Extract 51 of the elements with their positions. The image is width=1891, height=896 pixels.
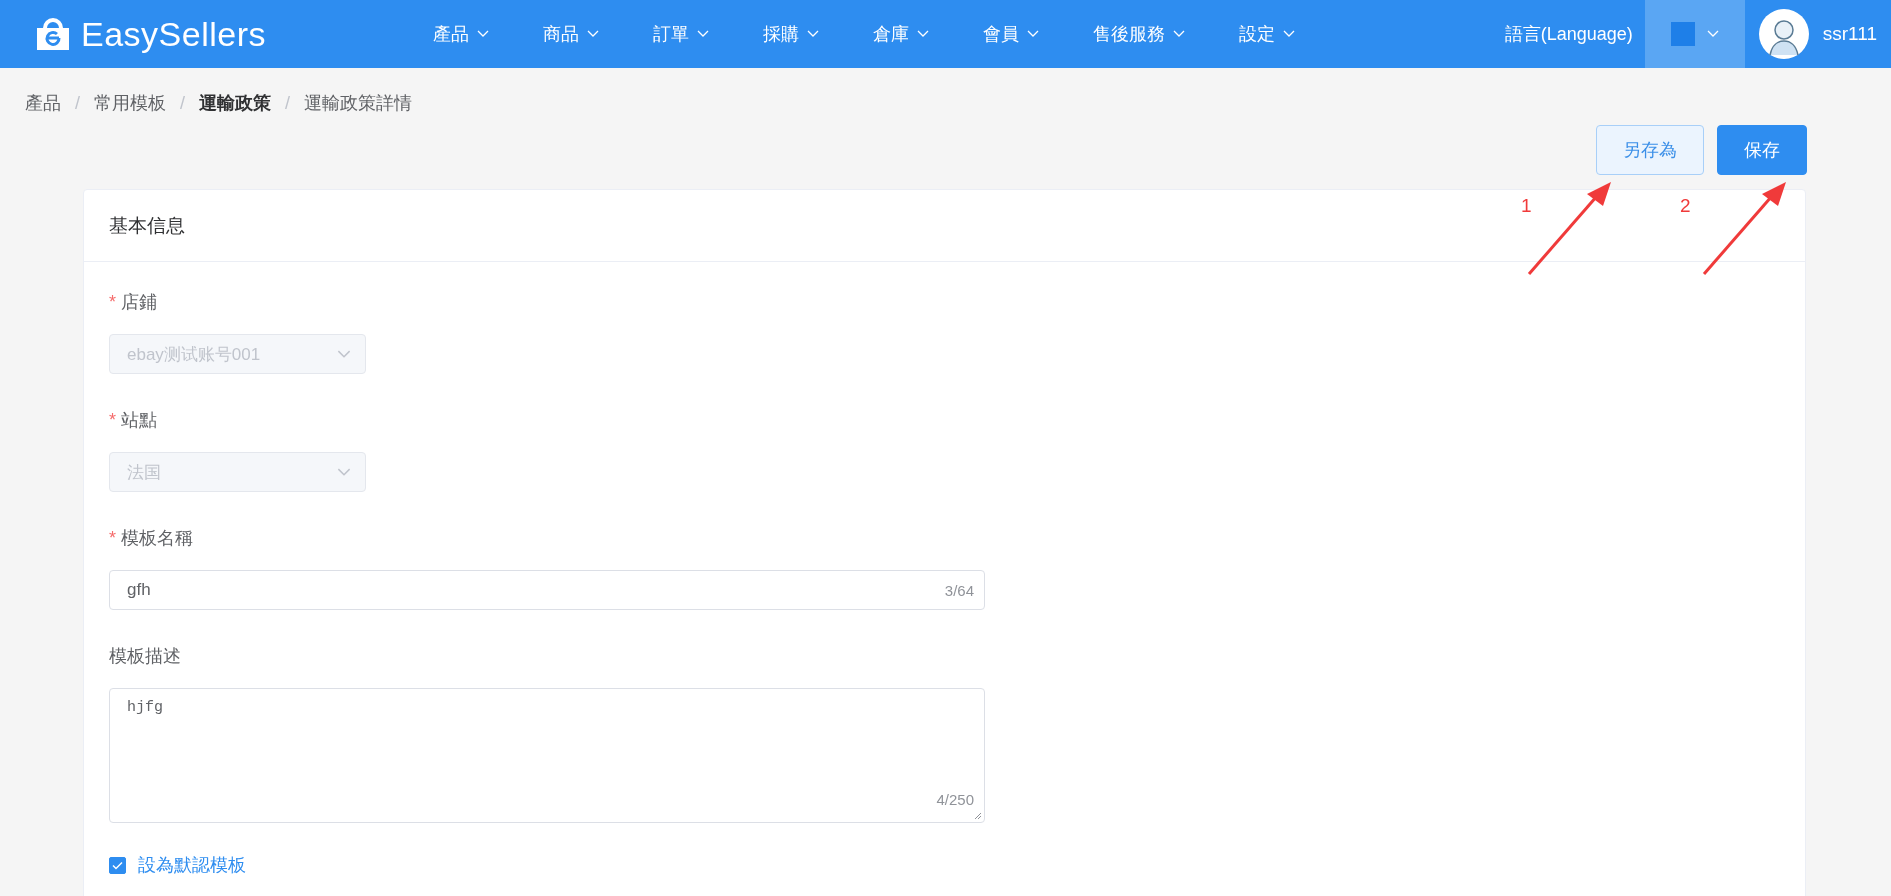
required-asterisk: * [109,527,116,549]
nav-menu-item[interactable]: 商品 [543,22,627,46]
nav-menu-item[interactable]: 會員 [983,22,1067,46]
field-label: 站點 [121,409,157,432]
field-label: 模板名稱 [121,527,193,550]
required-asterisk: * [109,291,116,313]
checkbox[interactable] [109,856,126,874]
nav-menu-item[interactable]: 售後服務 [1093,22,1213,46]
breadcrumb-separator: / [285,92,291,114]
save-button[interactable]: 保存 [1717,125,1807,175]
character-count: 3/64 [944,581,974,599]
app-logo-text: EasySellers [81,14,266,54]
breadcrumb-link[interactable]: 運輸政策 [199,91,272,115]
field-label: 模板描述 [109,645,181,668]
chevron-down-icon [1706,30,1719,38]
text-input-field[interactable]: gfh 3/64 [109,570,985,610]
username[interactable]: ssr111 [1822,23,1877,45]
card-title: 基本信息 [109,213,185,238]
avatar-icon[interactable] [1758,9,1809,59]
annotation-number: 1 [1521,195,1532,217]
chevron-down-icon [697,30,709,38]
chevron-down-icon [477,30,489,38]
resize-handle-icon[interactable] [973,811,982,820]
breadcrumb-link[interactable]: 運輸政策詳情 [304,91,413,115]
field-label: 店鋪 [121,291,157,314]
checkbox-label[interactable]: 設為默認模板 [138,853,246,877]
nav-menu-item[interactable]: 採購 [763,22,847,46]
chevron-down-icon [1173,30,1185,38]
chevron-down-icon [1027,30,1039,38]
breadcrumb-separator: / [180,92,186,114]
chevron-down-icon [807,30,819,38]
chevron-down-icon [587,30,599,38]
flag-icon [1670,22,1695,46]
nav-menu-item[interactable]: 設定 [1239,22,1323,46]
checkmark-icon [112,860,123,870]
chevron-down-icon [1283,30,1295,38]
textarea-field[interactable]: hjfg 4/250 [109,688,985,823]
nav-menu-item[interactable]: 倉庫 [873,22,957,46]
breadcrumb-link[interactable]: 常用模板 [94,91,166,115]
character-count: 4/250 [936,791,974,808]
chevron-down-icon [337,349,351,359]
breadcrumb-link[interactable]: 產品 [25,91,61,115]
language-label: 語言(Language) [1503,23,1634,46]
chevron-down-icon [337,467,351,477]
nav-menu-item[interactable]: 訂單 [653,22,737,46]
annotation-number: 2 [1680,195,1691,217]
breadcrumb-separator: / [75,92,80,114]
nav-menu-item[interactable]: 產品 [433,22,517,46]
chevron-down-icon [917,30,929,38]
required-asterisk: * [109,409,116,431]
save-as-button[interactable]: 另存為 [1596,125,1704,175]
